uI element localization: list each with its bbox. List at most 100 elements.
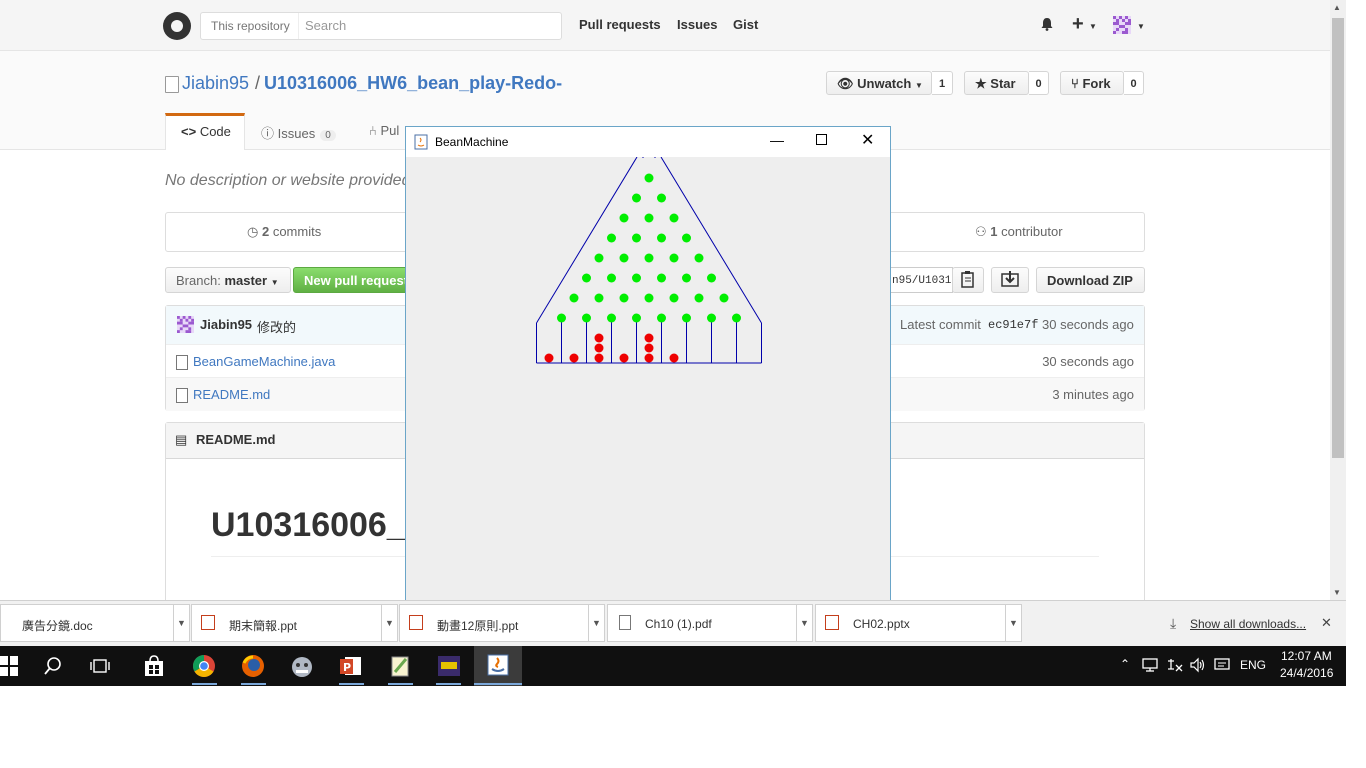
peg [644, 253, 654, 263]
notepad-plus-plus-icon[interactable] [388, 654, 412, 678]
peg [594, 293, 604, 303]
peg [657, 273, 666, 283]
minimize-icon[interactable]: — [770, 132, 784, 148]
commit-author[interactable]: Jiabin95 [200, 317, 252, 332]
peg [732, 313, 741, 323]
repo-name-link[interactable]: U10316006_HW6_bean_play-Redo- [264, 73, 562, 94]
commit-message[interactable]: 修改的 [257, 317, 296, 336]
store-icon[interactable] [143, 655, 165, 677]
peg [657, 233, 666, 243]
download-menu-chevron-icon[interactable]: ▼ [1006, 604, 1022, 642]
bean-machine-titlebar[interactable]: BeanMachine — ✕ [406, 127, 890, 157]
copy-clipboard-button[interactable] [952, 267, 984, 293]
chevron-down-icon: ▼ [914, 81, 923, 90]
branch-select[interactable]: Branch: master ▼ [165, 267, 291, 293]
battery-monitor-icon[interactable] [1213, 657, 1231, 673]
scroll-down-arrow-icon[interactable]: ▼ [1333, 588, 1341, 597]
close-icon[interactable]: ✕ [861, 130, 874, 150]
chevron-down-icon[interactable]: ▼ [1089, 22, 1097, 31]
branch-name: master [224, 273, 268, 288]
fork-count[interactable]: 0 [1124, 71, 1144, 95]
clone-url-input[interactable]: n95/U10316006 [885, 267, 953, 293]
clock-time[interactable]: 12:07 AM [1281, 649, 1332, 663]
bell-icon[interactable] [1040, 17, 1054, 31]
star-count[interactable]: 0 [1029, 71, 1049, 95]
download-menu-chevron-icon[interactable]: ▼ [382, 604, 398, 642]
nav-gist[interactable]: Gist [733, 17, 758, 32]
user-avatar[interactable] [1113, 16, 1131, 34]
contributors-count: 1 [990, 224, 998, 239]
tray-chevron-up-icon[interactable]: ⌃ [1120, 657, 1130, 671]
download-desktop-icon [1001, 271, 1019, 287]
issue-icon: ⓘ [261, 126, 275, 141]
download-item[interactable]: CH02.pptx [815, 604, 1006, 642]
peg [682, 233, 691, 243]
windows-start-icon[interactable] [0, 654, 18, 678]
peg [619, 293, 629, 303]
peg [694, 293, 704, 303]
download-item[interactable]: Ch10 (1).pdf [607, 604, 797, 642]
contributors-label: contributor [1001, 224, 1063, 239]
download-menu-chevron-icon[interactable]: ▼ [174, 604, 190, 642]
branch-prefix: Branch: [176, 273, 221, 288]
tab-code[interactable]: <> Code [165, 113, 245, 150]
unwatch-button[interactable]: 👁 Unwatch ▼ [826, 71, 932, 95]
powerpoint-icon[interactable]: P [339, 654, 363, 678]
tab-issues[interactable]: ⓘ Issues 0 [261, 123, 336, 142]
fork-button[interactable]: ⑂ Fork [1060, 71, 1124, 95]
github-logo-icon[interactable] [163, 12, 191, 40]
show-all-downloads-link[interactable]: Show all downloads... [1190, 617, 1306, 631]
download-menu-chevron-icon[interactable]: ▼ [589, 604, 605, 642]
network-icon[interactable] [1142, 657, 1160, 673]
new-pull-request-button[interactable]: New pull request [293, 267, 413, 293]
scroll-up-arrow-icon[interactable]: ▲ [1333, 3, 1341, 12]
maximize-icon[interactable] [816, 134, 827, 145]
peg [707, 313, 716, 323]
download-menu-chevron-icon[interactable]: ▼ [797, 604, 813, 642]
tab-pull-requests[interactable]: ⑃ Pul [369, 123, 399, 138]
commit-author-avatar[interactable] [177, 316, 194, 333]
volume-icon[interactable] [1189, 657, 1207, 673]
latest-commit-sha[interactable]: ec91e7f [988, 318, 1038, 332]
firefox-icon[interactable] [241, 654, 265, 678]
file-name-link[interactable]: README.md [193, 387, 270, 402]
input-method-icon[interactable] [1166, 657, 1184, 673]
close-downloads-bar-icon[interactable]: ✕ [1321, 615, 1332, 631]
search-scope-label: This repository [201, 13, 299, 39]
open-desktop-button[interactable] [991, 267, 1029, 293]
contributors-link[interactable]: ⚇ 1 contributor [975, 224, 1063, 240]
fork-label: Fork [1082, 76, 1111, 91]
file-name-link[interactable]: BeanGameMachine.java [193, 354, 335, 369]
bean-ball [644, 333, 654, 343]
chevron-down-icon[interactable]: ▼ [1137, 22, 1145, 31]
commits-link[interactable]: ◷ 2 commits [247, 224, 321, 240]
download-zip-button[interactable]: Download ZIP [1036, 267, 1145, 293]
search-icon[interactable] [43, 656, 63, 676]
star-button[interactable]: ★ Star [964, 71, 1029, 95]
nav-pull-requests[interactable]: Pull requests [579, 17, 661, 32]
repo-owner-link[interactable]: Jiabin95 [182, 73, 249, 94]
game-app-icon[interactable] [290, 654, 314, 678]
nav-issues[interactable]: Issues [677, 17, 717, 32]
download-item[interactable]: 期末簡報.ppt [191, 604, 382, 642]
repo-separator: / [255, 73, 261, 93]
chrome-icon[interactable] [192, 654, 216, 678]
scrollbar-thumb[interactable] [1332, 18, 1344, 458]
readme-title: README.md [196, 432, 276, 447]
cinema-app-icon[interactable] [436, 653, 462, 679]
bean-ball [594, 333, 604, 343]
peg [669, 293, 679, 303]
download-item[interactable]: 動畫12原則.ppt [399, 604, 589, 642]
running-indicator [192, 683, 217, 685]
create-new-icon[interactable]: + [1072, 14, 1084, 34]
watch-count[interactable]: 1 [932, 71, 953, 95]
search-input[interactable] [299, 13, 560, 37]
chevron-down-icon: ▼ [270, 278, 279, 287]
clock-date[interactable]: 24/4/2016 [1280, 666, 1333, 680]
language-indicator[interactable]: ENG [1240, 658, 1266, 672]
people-icon: ⚇ [975, 224, 987, 239]
task-view-icon[interactable] [89, 657, 111, 675]
peg [632, 233, 641, 243]
download-item[interactable]: 廣告分鏡.doc [0, 604, 174, 642]
java-app-icon[interactable] [486, 653, 510, 677]
